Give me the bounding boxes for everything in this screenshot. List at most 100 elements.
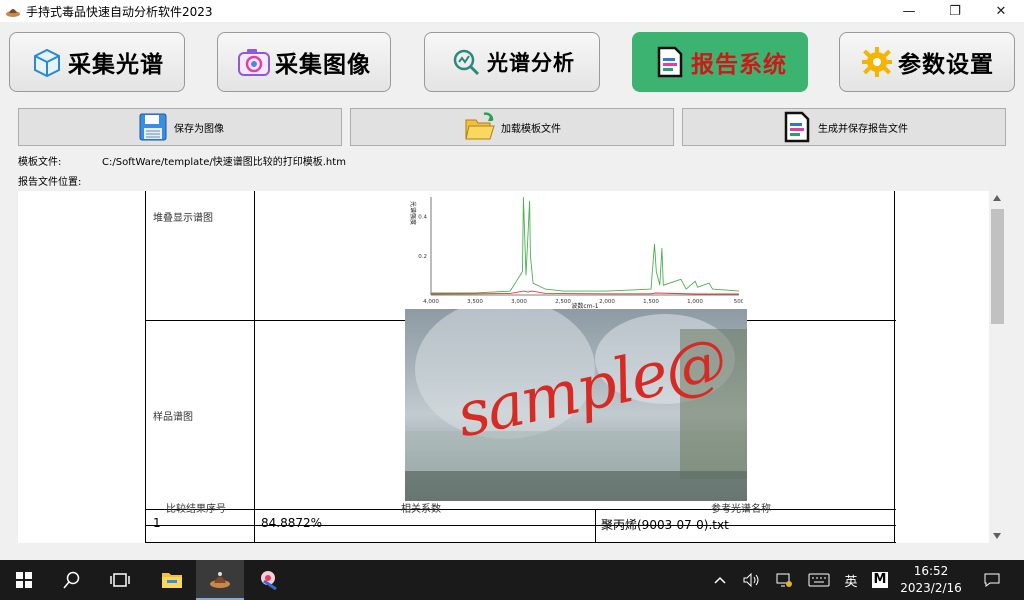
table-divider <box>146 525 896 526</box>
report-preview[interactable]: 堆叠显示谱图 样品谱图 4,000 3,500 3,000 2,500 2,000 1,5… <box>18 191 1006 543</box>
touch-keyboard-button[interactable] <box>806 560 832 600</box>
x-axis-label: 波数cm-1 <box>571 302 598 309</box>
windows-icon <box>16 572 32 588</box>
x-tick-label: 3,500 <box>467 299 483 305</box>
vertical-scrollbar[interactable] <box>989 191 1006 543</box>
nav-label: 报告系统 <box>691 52 787 78</box>
scroll-up-icon[interactable] <box>993 195 1001 201</box>
ime-language-button[interactable]: 英 <box>840 560 862 600</box>
result-reference-name: 聚丙烯(9003-07-0).txt <box>601 518 729 532</box>
y-tick-label: 0.2 <box>418 254 427 260</box>
series-line-0 <box>431 196 740 294</box>
network-button[interactable] <box>772 560 796 600</box>
app-icon <box>4 3 22 19</box>
template-file-path: C:/SoftWare/template/快速谱图比较的打印模板.htm <box>102 157 346 168</box>
volume-button[interactable] <box>740 560 764 600</box>
results-header-index: 比较结果序号 <box>166 504 226 515</box>
tool-icon <box>261 571 277 591</box>
report-icon <box>653 45 687 79</box>
sample-spectrum-label: 样品谱图 <box>153 412 193 423</box>
magnify-chart-icon <box>449 45 483 79</box>
template-file-label: 模板文件: <box>18 157 62 168</box>
nav-spectrum-analysis-button[interactable]: 光谱分析 <box>424 32 600 92</box>
report-location-label: 报告文件位置: <box>18 177 82 188</box>
x-tick-label: 1,000 <box>687 299 703 305</box>
x-tick-label: 4,000 <box>423 299 439 305</box>
table-divider <box>146 542 896 543</box>
results-header-name: 参考光谱名称 <box>711 504 771 515</box>
taskbar: 英 M 16:52 2023/2/16 <box>0 560 1024 600</box>
taskbar-app-tool[interactable] <box>246 560 294 600</box>
speaker-icon <box>743 573 759 587</box>
keyboard-icon <box>808 573 830 587</box>
window-title: 手持式毒品快速自动分析软件2023 <box>26 4 213 19</box>
folder-icon <box>162 573 182 588</box>
stack-spectrum-label: 堆叠显示谱图 <box>153 213 213 224</box>
floppy-disk-icon <box>136 110 170 144</box>
x-tick-label: 1,500 <box>643 299 659 305</box>
clock-date: 2023/2/16 <box>900 581 962 595</box>
table-divider <box>146 509 896 510</box>
scroll-down-icon[interactable] <box>993 533 1001 539</box>
notification-icon <box>984 573 1000 587</box>
app-icon <box>210 572 230 588</box>
report-location-row: 报告文件位置: <box>18 173 81 188</box>
stacked-spectrum-chart: 4,000 3,500 3,000 2,500 2,000 1,500 1,000 500 0.… <box>405 191 743 309</box>
taskbar-file-explorer[interactable] <box>148 560 196 600</box>
title-bar: 手持式毒品快速自动分析软件2023 — ❐ ✕ <box>0 0 1024 22</box>
results-header-coefficient: 相关系数 <box>401 504 441 515</box>
save-as-image-button[interactable]: 保存为图像 <box>18 108 342 146</box>
box-icon <box>30 45 64 79</box>
search-icon <box>63 571 80 589</box>
nav-settings-button[interactable]: 参数设置 <box>839 32 1015 92</box>
main-nav: 采集光谱 采集图像 光谱分析 报告系统 参数设置 <box>0 32 1024 92</box>
restore-button[interactable]: ❐ <box>932 0 978 22</box>
scroll-thumb[interactable] <box>991 209 1004 324</box>
x-tick-label: 3,000 <box>511 299 527 305</box>
x-tick-label: 2,500 <box>555 299 571 305</box>
report-table: 堆叠显示谱图 样品谱图 4,000 3,500 3,000 2,500 2,000 1,5… <box>145 191 896 543</box>
minimize-button[interactable]: — <box>886 0 932 22</box>
table-divider <box>254 191 255 543</box>
chevron-up-icon <box>714 576 726 584</box>
ime-mode-button[interactable]: M <box>868 560 892 600</box>
x-tick-label: 2,000 <box>599 299 615 305</box>
generate-report-label: 生成并保存报告文件 <box>818 123 908 135</box>
search-button[interactable] <box>48 560 96 600</box>
sample-photo: sample@ <box>405 309 747 501</box>
x-tick-label: 500 <box>734 299 743 305</box>
clock-time: 16:52 <box>913 564 949 578</box>
nav-collect-spectrum-button[interactable]: 采集光谱 <box>9 32 185 92</box>
camera-icon <box>237 45 271 79</box>
start-button[interactable] <box>0 560 48 600</box>
network-icon <box>776 573 792 587</box>
taskbar-clock[interactable]: 16:52 2023/2/16 <box>896 563 966 597</box>
gear-icon <box>860 45 894 79</box>
nav-report-system-button[interactable]: 报告系统 <box>632 32 808 92</box>
nav-label: 参数设置 <box>898 52 994 78</box>
nav-label: 采集光谱 <box>68 52 164 78</box>
report-icon <box>780 110 814 144</box>
y-axis-label: 光谱强度 <box>409 201 417 225</box>
result-coefficient: 84.8872% <box>261 516 323 530</box>
result-index: 1 <box>153 516 161 530</box>
close-button[interactable]: ✕ <box>978 0 1024 22</box>
load-template-label: 加载模板文件 <box>501 123 561 135</box>
y-tick-label: 0.4 <box>418 215 427 221</box>
generate-report-button[interactable]: 生成并保存报告文件 <box>682 108 1006 146</box>
folder-open-icon <box>463 110 497 144</box>
notifications-button[interactable] <box>978 560 1006 600</box>
nav-label: 采集图像 <box>275 52 371 78</box>
table-divider <box>595 509 596 543</box>
save-as-image-label: 保存为图像 <box>174 123 224 135</box>
report-toolbar: 保存为图像 加载模板文件 生成并保存报告文件 <box>0 108 1024 146</box>
nav-collect-image-button[interactable]: 采集图像 <box>217 32 391 92</box>
load-template-button[interactable]: 加载模板文件 <box>350 108 674 146</box>
taskbar-app-analysis[interactable] <box>196 560 244 600</box>
template-file-row: 模板文件: C:/SoftWare/template/快速谱图比较的打印模板.h… <box>18 153 346 168</box>
task-view-button[interactable] <box>96 560 144 600</box>
nav-label: 光谱分析 <box>487 51 575 75</box>
show-hidden-icons-button[interactable] <box>710 560 730 600</box>
ime-mode-label: M <box>872 572 888 588</box>
task-view-icon <box>110 573 130 587</box>
